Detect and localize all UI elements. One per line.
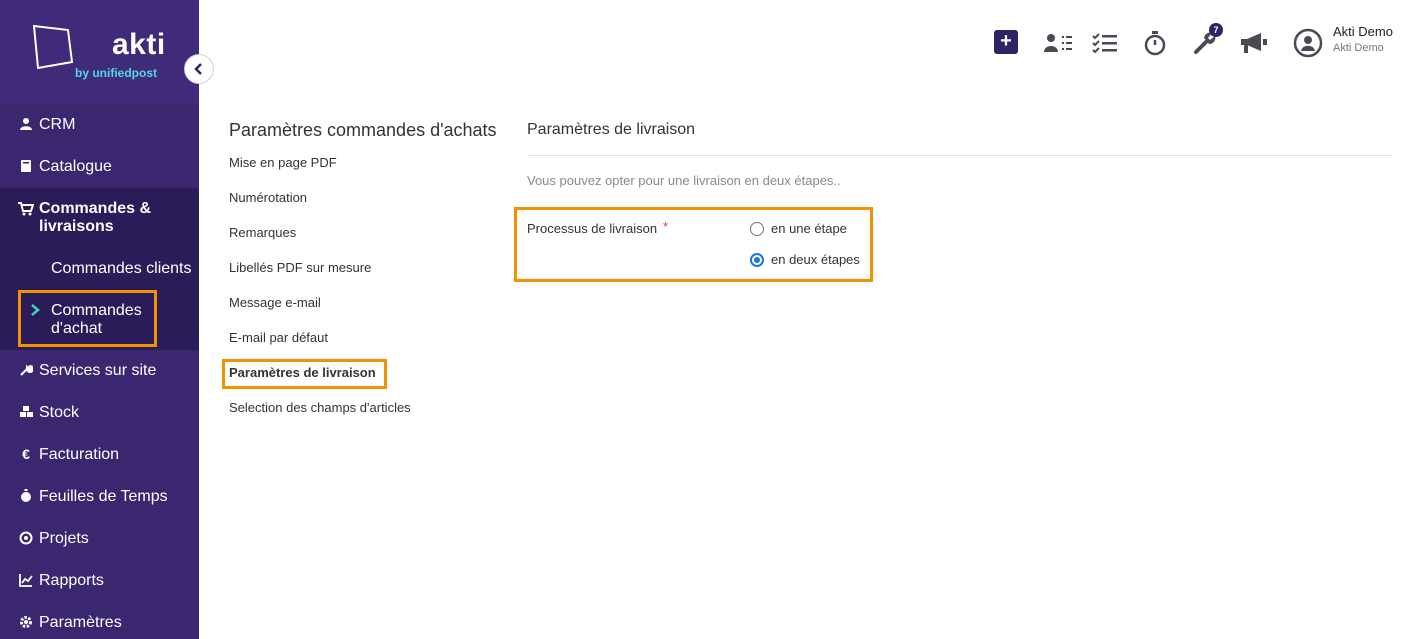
field-label: Processus de livraison: [527, 221, 658, 236]
logo-area: akti by unifiedpost: [0, 0, 199, 104]
sidebar-item-stock[interactable]: Stock: [0, 404, 199, 424]
sidebar-item-label: Facturation: [39, 446, 120, 463]
contacts-list-icon[interactable]: [1042, 30, 1074, 56]
sidebar-item-commandes-livraisons[interactable]: Commandes & livraisons: [0, 200, 199, 240]
app-window: akti by unifiedpost CRM Catalogue Comman…: [0, 0, 1404, 639]
user-company: Akti Demo: [1333, 42, 1384, 54]
user-icon: [18, 116, 34, 132]
sidebar-item-catalogue[interactable]: Catalogue: [0, 158, 199, 178]
brand-name: akti: [112, 28, 166, 61]
sidebar: akti by unifiedpost CRM Catalogue Comman…: [0, 0, 199, 639]
sidebar-item-crm[interactable]: CRM: [0, 116, 199, 136]
gear-icon: [18, 614, 34, 630]
sidebar-item-facturation[interactable]: € Facturation: [0, 446, 199, 466]
sidebar-item-label: Services sur site: [39, 362, 157, 379]
sidebar-subitem-commandes-clients[interactable]: Commandes clients: [51, 260, 192, 278]
divider: [527, 155, 1392, 156]
add-button[interactable]: +: [994, 30, 1018, 54]
sidebar-item-rapports[interactable]: Rapports: [0, 572, 199, 592]
panel-description: Vous pouvez opter pour une livraison en …: [527, 173, 841, 188]
settings-link-parametres-livraison[interactable]: Paramètres de livraison: [229, 365, 376, 380]
notification-badge: 7: [1209, 23, 1223, 37]
settings-link-numerotation[interactable]: Numérotation: [229, 190, 307, 205]
tasks-checklist-icon[interactable]: [1092, 30, 1118, 56]
chevron-right-icon: [30, 303, 40, 319]
sidebar-item-label: Stock: [39, 404, 80, 421]
required-marker: *: [663, 219, 669, 234]
cart-icon: [18, 201, 34, 217]
radio-one-step[interactable]: [750, 222, 764, 236]
target-icon: [18, 530, 34, 546]
sidebar-item-projets[interactable]: Projets: [0, 530, 199, 550]
sidebar-item-services[interactable]: Services sur site: [0, 362, 199, 382]
logo-icon: [32, 24, 74, 70]
sidebar-subitem-commandes-achat-line1[interactable]: Commandes: [51, 302, 142, 320]
settings-link-email-defaut[interactable]: E-mail par défaut: [229, 330, 328, 345]
brand-tagline: by unifiedpost: [75, 66, 157, 80]
sidebar-item-label: Rapports: [39, 572, 104, 589]
panel-title: Paramètres de livraison: [527, 121, 696, 138]
sidebar-item-label: Projets: [39, 530, 89, 547]
chevron-left-icon: [194, 63, 202, 75]
sidebar-item-feuilles-temps[interactable]: Feuilles de Temps: [0, 488, 199, 508]
settings-link-selection-champs[interactable]: Selection des champs d'articles: [229, 400, 411, 415]
sidebar-subitem-commandes-achat-line2[interactable]: d'achat: [51, 320, 102, 338]
stopwatch-icon: [18, 488, 34, 504]
sidebar-collapse-button[interactable]: [184, 54, 214, 84]
sidebar-item-label-line2: livraisons: [39, 218, 114, 235]
settings-link-libelles[interactable]: Libellés PDF sur mesure: [229, 260, 371, 275]
radio-label-two-steps[interactable]: en deux étapes: [771, 252, 860, 267]
stopwatch-icon[interactable]: [1143, 30, 1167, 56]
sidebar-item-label: CRM: [39, 116, 76, 133]
sidebar-item-label-line1: Commandes &: [39, 200, 152, 217]
euro-icon: €: [22, 446, 30, 462]
book-icon: [18, 158, 34, 174]
wrench-icon: [18, 362, 34, 378]
radio-two-steps[interactable]: [750, 253, 764, 267]
user-name[interactable]: Akti Demo: [1333, 24, 1393, 39]
form-highlight: [514, 207, 873, 282]
sidebar-item-label: Paramètres: [39, 614, 122, 631]
radio-label-one-step[interactable]: en une étape: [771, 221, 847, 236]
sidebar-item-label: Catalogue: [39, 158, 112, 175]
cubes-icon: [18, 404, 34, 420]
user-avatar-icon[interactable]: [1293, 28, 1323, 58]
settings-link-mise-en-page[interactable]: Mise en page PDF: [229, 155, 337, 170]
chart-icon: [18, 572, 34, 588]
settings-link-message-email[interactable]: Message e-mail: [229, 295, 321, 310]
megaphone-icon[interactable]: [1239, 30, 1269, 56]
sidebar-item-parametres[interactable]: Paramètres: [0, 614, 199, 634]
sidebar-item-label: Feuilles de Temps: [39, 488, 168, 505]
settings-link-remarques[interactable]: Remarques: [229, 225, 296, 240]
settings-title: Paramètres commandes d'achats: [229, 120, 497, 140]
